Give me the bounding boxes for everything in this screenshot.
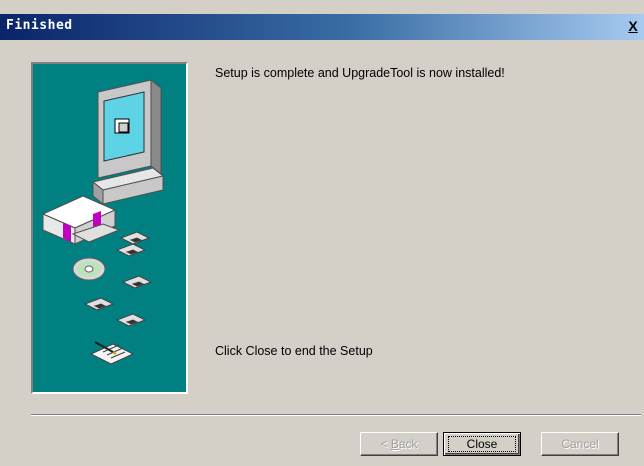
cancel-button[interactable]: Cancel [541,432,619,456]
back-button-prefix: < [380,437,391,451]
close-button[interactable]: Close [443,432,521,456]
back-button-rest: ack [398,437,418,451]
close-window-button[interactable]: X [624,17,642,35]
close-icon: X [628,18,638,34]
window-title: Finished [6,18,73,33]
back-button[interactable]: < Back [360,432,438,456]
installed-message: Setup is complete and UpgradeTool is now… [215,66,505,80]
setup-dialog: Finished X Setup is complete and Upgrade… [0,0,644,466]
document-pen-icon [89,341,135,365]
close-instruction: Click Close to end the Setup [215,344,373,358]
setup-illustration [41,78,165,365]
computer-icon [91,78,165,206]
button-separator [31,414,641,416]
back-button-accel: B [390,437,399,451]
setup-illustration-panel [31,62,188,394]
title-bar[interactable]: Finished X [0,14,644,40]
cd-icon [72,257,106,281]
close-button-label: Close [448,436,516,452]
